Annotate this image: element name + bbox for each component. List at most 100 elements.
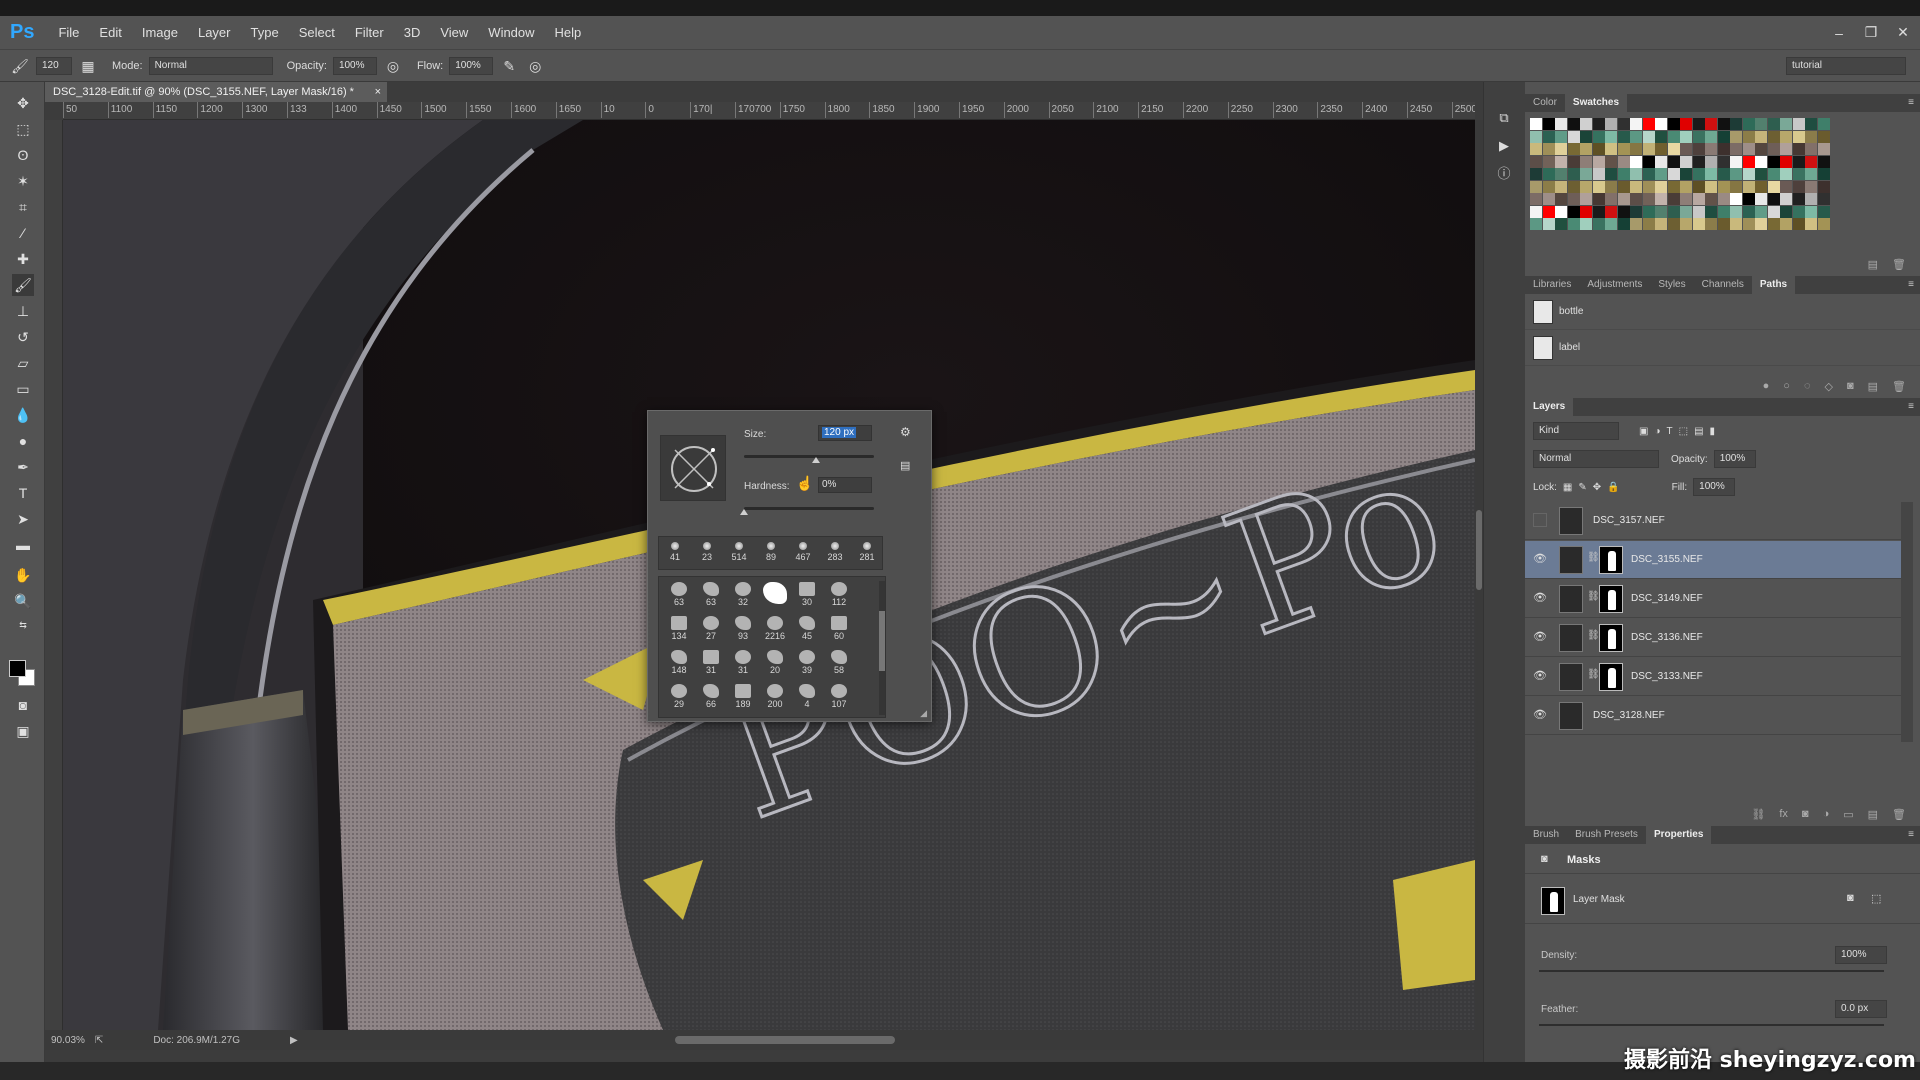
tab-swatches[interactable]: Swatches — [1564, 94, 1628, 112]
color-swatch[interactable] — [1717, 155, 1730, 168]
visibility-eye-icon[interactable] — [1533, 513, 1547, 527]
color-swatch[interactable] — [1580, 155, 1592, 168]
recent-brush[interactable]: 89 — [755, 537, 787, 571]
color-swatch[interactable] — [1705, 130, 1717, 143]
tab-paths[interactable]: Paths — [1751, 276, 1796, 294]
color-swatch[interactable] — [1667, 155, 1680, 168]
color-swatch[interactable] — [1667, 218, 1680, 230]
visibility-eye-icon[interactable]: 👁 — [1533, 708, 1547, 722]
mask-link-icon[interactable]: ⛓ — [1587, 669, 1600, 680]
color-swatch[interactable] — [1630, 205, 1642, 218]
color-swatch[interactable] — [1655, 130, 1667, 143]
hardness-input[interactable]: 0% — [818, 477, 872, 493]
eyedropper-tool-icon[interactable]: ⁄ — [12, 222, 34, 244]
flow-input[interactable]: 100% — [449, 56, 494, 75]
recent-brush[interactable]: 514 — [723, 537, 755, 571]
layer-mask-thumbnail[interactable] — [1599, 546, 1623, 574]
color-swatch[interactable] — [1755, 193, 1767, 205]
size-slider[interactable] — [744, 455, 874, 458]
color-swatch[interactable] — [1805, 143, 1817, 155]
color-swatch[interactable] — [1767, 218, 1780, 230]
color-swatch[interactable] — [1717, 130, 1730, 143]
color-swatch[interactable] — [1567, 118, 1580, 130]
visibility-eye-icon[interactable]: 👁 — [1533, 552, 1547, 566]
select-pixel-mask-icon[interactable]: ◙ — [1847, 892, 1854, 904]
color-swatch[interactable] — [1555, 180, 1567, 193]
color-swatch[interactable] — [1817, 193, 1830, 205]
color-swatch[interactable] — [1642, 143, 1655, 155]
layer-opacity-input[interactable]: 100% — [1713, 450, 1756, 468]
color-swatch[interactable] — [1705, 180, 1717, 193]
hardness-slider[interactable] — [744, 507, 874, 510]
brush-preset[interactable]: 107 — [823, 681, 855, 715]
color-swatch[interactable] — [1692, 130, 1705, 143]
color-swatch[interactable] — [1555, 168, 1567, 180]
workspace-select[interactable]: tutorial — [1786, 57, 1906, 75]
foreground-color-swatch[interactable] — [9, 660, 26, 677]
color-swatch[interactable] — [1592, 205, 1605, 218]
color-swatch[interactable] — [1692, 193, 1705, 205]
minimize-button[interactable]: – — [1832, 25, 1846, 41]
color-swatch[interactable] — [1730, 118, 1742, 130]
color-swatch[interactable] — [1630, 143, 1642, 155]
hand-tool-icon[interactable]: ✋ — [12, 564, 34, 586]
horizontal-ruler[interactable]: 50 1100 1150 1200 1300 133 1400 1450 1500 1550 160… — [63, 102, 1475, 120]
menu-filter[interactable]: Filter — [345, 25, 394, 40]
color-swatch[interactable] — [1755, 118, 1767, 130]
color-swatch[interactable] — [1567, 218, 1580, 230]
blur-tool-icon[interactable]: 💧 — [12, 404, 34, 426]
panel-menu-icon[interactable]: ≡ — [1908, 826, 1914, 844]
color-swatch[interactable] — [1530, 168, 1542, 180]
maximize-button[interactable]: ❐ — [1864, 24, 1878, 41]
color-swatch[interactable] — [1817, 205, 1830, 218]
color-swatch[interactable] — [1655, 168, 1667, 180]
density-slider[interactable] — [1539, 970, 1884, 972]
quick-mask-icon[interactable]: ◙ — [12, 694, 34, 716]
filter-pixel-icon[interactable]: ▣ — [1639, 426, 1648, 437]
color-swatch[interactable] — [1542, 218, 1555, 230]
visibility-eye-icon[interactable]: 👁 — [1533, 669, 1547, 683]
menu-type[interactable]: Type — [241, 25, 289, 40]
color-swatch[interactable] — [1667, 168, 1680, 180]
brush-preset[interactable]: 63 — [695, 579, 727, 613]
color-swatch[interactable] — [1705, 205, 1717, 218]
color-swatch[interactable] — [1592, 130, 1605, 143]
color-swatch[interactable] — [1605, 218, 1617, 230]
screen-mode-icon[interactable]: ▣ — [12, 720, 34, 742]
color-swatch[interactable] — [1630, 193, 1642, 205]
color-swatch[interactable] — [1630, 180, 1642, 193]
color-swatch[interactable] — [1617, 130, 1630, 143]
layer-kind-filter[interactable]: Kind — [1533, 422, 1619, 440]
color-swatch[interactable] — [1580, 130, 1592, 143]
layer-thumbnail[interactable] — [1559, 546, 1583, 574]
layer-row[interactable]: 👁 ⛓ DSC_3149.NEF — [1525, 580, 1901, 618]
color-swatch[interactable] — [1817, 130, 1830, 143]
density-input[interactable]: 100% — [1835, 946, 1887, 964]
menu-select[interactable]: Select — [289, 25, 345, 40]
color-swatch[interactable] — [1667, 193, 1680, 205]
path-item-label[interactable]: label — [1525, 330, 1920, 366]
color-swatch[interactable] — [1717, 205, 1730, 218]
color-swatch[interactable] — [1767, 130, 1780, 143]
eraser-tool-icon[interactable]: ▱ — [12, 352, 34, 374]
color-swatch[interactable] — [1642, 180, 1655, 193]
color-swatch[interactable] — [1555, 155, 1567, 168]
type-tool-icon[interactable]: T — [12, 482, 34, 504]
color-swatch[interactable] — [1542, 180, 1555, 193]
color-swatch[interactable] — [1630, 155, 1642, 168]
color-swatch[interactable] — [1767, 143, 1780, 155]
layer-thumbnail[interactable] — [1559, 624, 1583, 652]
color-swatch[interactable] — [1592, 155, 1605, 168]
color-swatch[interactable] — [1605, 168, 1617, 180]
feather-slider[interactable] — [1539, 1024, 1884, 1026]
menu-layer[interactable]: Layer — [188, 25, 241, 40]
brush-preset[interactable]: 63 — [663, 579, 695, 613]
color-swatch[interactable] — [1542, 193, 1555, 205]
color-swatch[interactable] — [1730, 218, 1742, 230]
color-swatch[interactable] — [1742, 205, 1755, 218]
color-swatch[interactable] — [1767, 155, 1780, 168]
layer-mask-thumbnail[interactable] — [1599, 663, 1623, 691]
color-swatch[interactable] — [1555, 118, 1567, 130]
layer-thumbnail[interactable] — [1559, 585, 1583, 613]
color-swatch[interactable] — [1705, 155, 1717, 168]
